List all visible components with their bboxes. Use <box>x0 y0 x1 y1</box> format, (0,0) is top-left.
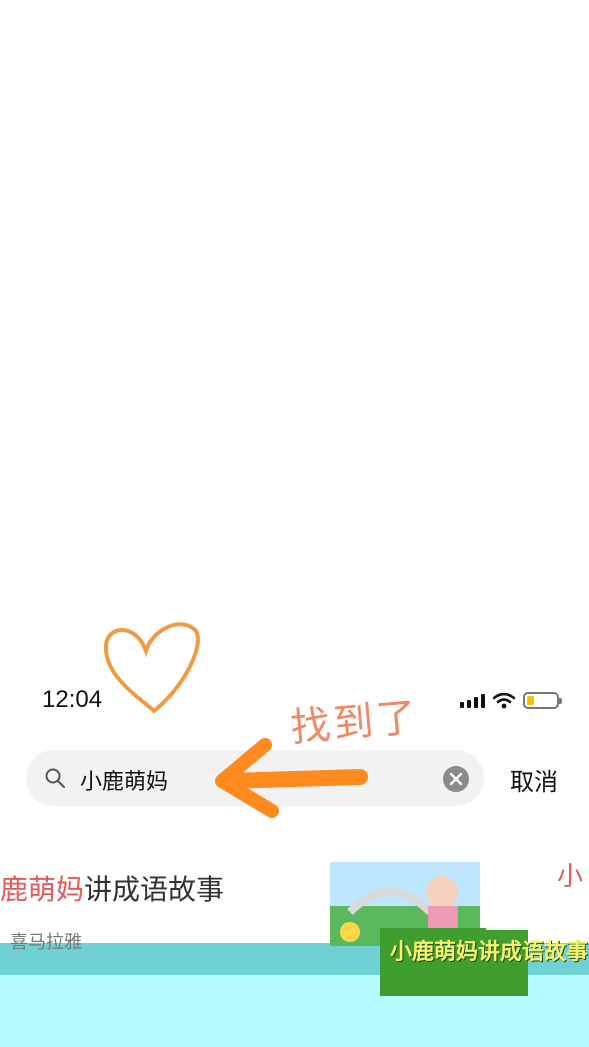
battery-fill <box>527 696 534 705</box>
signal-bars-icon <box>460 693 485 708</box>
wifi-icon <box>493 692 515 708</box>
heart-icon <box>103 622 200 713</box>
status-time: 12:04 <box>42 686 103 713</box>
status-icons <box>460 692 562 709</box>
search-icon <box>45 768 65 788</box>
search-input[interactable]: 小鹿萌妈 <box>80 764 168 796</box>
result-title-rest: 讲成语故事 <box>84 873 225 906</box>
cancel-button[interactable]: 取消 <box>510 762 558 797</box>
result-title[interactable]: 鹿萌妈讲成语故事 <box>0 868 224 908</box>
thumbnail-title: 小鹿萌妈讲成语故事 <box>390 940 589 965</box>
clear-icon[interactable] <box>442 765 470 793</box>
result-side-text: 小 <box>557 862 584 892</box>
battery-icon <box>523 692 562 709</box>
result-title-highlight: 鹿萌妈 <box>0 873 85 906</box>
result-subtitle: 喜马拉雅 <box>10 932 82 953</box>
arrow-icon <box>215 738 368 818</box>
